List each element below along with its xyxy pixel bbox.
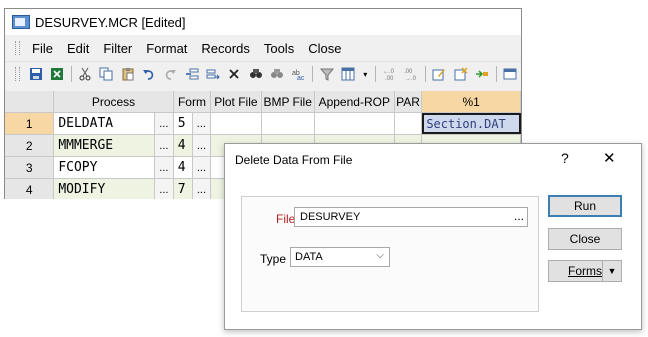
column-select-icon[interactable]: [340, 66, 355, 82]
form-browse-button[interactable]: ...: [192, 113, 212, 134]
process-browse-button[interactable]: ...: [154, 157, 174, 178]
form-browse-button[interactable]: ...: [192, 157, 212, 178]
process-browse-button[interactable]: ...: [154, 135, 174, 156]
window-title: DESURVEY.MCR [Edited]: [35, 14, 186, 30]
svg-text:.00: .00: [404, 69, 413, 75]
toolbar-grip: [15, 67, 20, 81]
delete-data-dialog: Delete Data From File ? ✕ File DESURVEY …: [224, 143, 642, 330]
type-select[interactable]: DATA ⌵: [290, 247, 390, 267]
type-select-value: DATA: [295, 251, 323, 263]
toolbar: ab ac ▾ ←.0.00 .00 →.0: [5, 61, 521, 86]
process-cell[interactable]: DELDATA: [54, 113, 155, 134]
form-cell[interactable]: 4: [173, 157, 193, 178]
row-number[interactable]: 2: [5, 135, 55, 156]
delete-icon[interactable]: [227, 66, 242, 82]
toolbar-separator: [495, 66, 497, 82]
replace-icon[interactable]: ab ac: [291, 66, 306, 82]
process-cell[interactable]: FCOPY: [54, 157, 155, 178]
file-field[interactable]: DESURVEY ...: [294, 207, 528, 227]
menu-records[interactable]: Records: [194, 41, 256, 56]
close-button[interactable]: Close: [548, 228, 622, 250]
column-header-percent1[interactable]: %1: [422, 91, 521, 112]
app-icon: [12, 15, 30, 29]
excel-export-icon[interactable]: [49, 66, 64, 82]
find-next-icon[interactable]: [269, 66, 284, 82]
form-new-icon[interactable]: [453, 66, 468, 82]
par-cell[interactable]: [394, 113, 423, 134]
percent1-cell-selected[interactable]: Section.DAT: [422, 113, 521, 134]
dialog-title: Delete Data From File: [235, 153, 353, 167]
row-number[interactable]: 3: [5, 157, 55, 178]
file-label: File: [276, 212, 296, 226]
dialog-panel: File DESURVEY ... Type DATA ⌵: [241, 196, 539, 312]
column-header-plot-file[interactable]: Plot File: [211, 91, 262, 112]
chevron-down-icon[interactable]: ▾: [361, 66, 369, 82]
process-cell[interactable]: MODIFY: [54, 179, 155, 199]
plot-file-cell[interactable]: [211, 113, 262, 134]
column-header-append-rop[interactable]: Append-ROP: [314, 91, 395, 112]
menu-filter[interactable]: Filter: [96, 41, 139, 56]
process-browse-button[interactable]: ...: [154, 179, 174, 199]
menu-grip: [15, 41, 20, 55]
toolbar-separator: [424, 66, 426, 82]
svg-text:.00: .00: [385, 76, 394, 81]
column-header-process[interactable]: Process: [54, 91, 174, 112]
decimal-decrease-icon[interactable]: ←.0.00: [382, 66, 397, 82]
process-browse-button[interactable]: ...: [154, 113, 174, 134]
svg-text:→.0: →.0: [405, 76, 417, 81]
svg-text:←.0: ←.0: [383, 69, 395, 75]
bmp-file-cell[interactable]: [261, 113, 315, 134]
menu-file[interactable]: File: [25, 41, 60, 56]
forms-button-label: Forms: [568, 264, 602, 278]
menu-tools[interactable]: Tools: [257, 41, 301, 56]
form-cell[interactable]: 4: [173, 135, 193, 156]
chevron-down-icon[interactable]: ⌵: [376, 250, 384, 261]
forms-dropdown-icon[interactable]: ▼: [602, 261, 621, 281]
file-field-value: DESURVEY: [300, 211, 361, 223]
close-icon[interactable]: ✕: [603, 149, 616, 167]
redo-icon[interactable]: [163, 66, 178, 82]
save-icon[interactable]: [28, 66, 43, 82]
title-bar: DESURVEY.MCR [Edited]: [5, 9, 521, 35]
type-label: Type: [260, 252, 287, 266]
insert-row-icon[interactable]: [184, 66, 199, 82]
grid-corner[interactable]: [5, 91, 55, 112]
grid-header-row: Process Form Plot File BMP File Append-R…: [5, 91, 521, 113]
form-browse-button[interactable]: ...: [192, 179, 212, 199]
menu-bar: File Edit Filter Format Records Tools Cl…: [5, 35, 521, 61]
process-cell[interactable]: MMMERGE: [54, 135, 155, 156]
window-icon[interactable]: [503, 66, 518, 82]
svg-text:ac: ac: [297, 75, 305, 81]
append-row-icon[interactable]: [205, 66, 220, 82]
decimal-increase-icon[interactable]: .00 →.0: [403, 66, 418, 82]
paste-icon[interactable]: [120, 66, 135, 82]
column-header-bmp-file[interactable]: BMP File: [261, 91, 315, 112]
menu-close[interactable]: Close: [301, 41, 348, 56]
run-button[interactable]: Run: [548, 195, 622, 217]
toolbar-separator: [311, 66, 313, 82]
copy-icon[interactable]: [99, 66, 114, 82]
column-header-form[interactable]: Form: [173, 91, 212, 112]
undo-icon[interactable]: [141, 66, 156, 82]
toolbar-separator: [375, 66, 377, 82]
help-icon[interactable]: ?: [561, 150, 569, 166]
append-rop-cell[interactable]: [314, 113, 395, 134]
cut-icon[interactable]: [77, 66, 92, 82]
column-header-par[interactable]: PAR: [394, 91, 423, 112]
find-icon[interactable]: [248, 66, 263, 82]
filter-icon[interactable]: [319, 66, 334, 82]
form-cell[interactable]: 5: [173, 113, 193, 134]
forms-button[interactable]: Forms ▼: [548, 260, 622, 282]
macro-run-icon[interactable]: [474, 66, 489, 82]
form-browse-button[interactable]: ...: [192, 135, 212, 156]
form-cell[interactable]: 7: [173, 179, 193, 199]
table-row: 1 DELDATA ... 5 ... Section.DAT: [5, 113, 521, 135]
row-number[interactable]: 4: [5, 179, 55, 199]
menu-edit[interactable]: Edit: [60, 41, 96, 56]
row-number[interactable]: 1: [5, 113, 55, 134]
edit-form-icon[interactable]: [432, 66, 447, 82]
file-browse-button[interactable]: ...: [514, 209, 524, 223]
toolbar-separator: [70, 66, 72, 82]
menu-format[interactable]: Format: [139, 41, 194, 56]
